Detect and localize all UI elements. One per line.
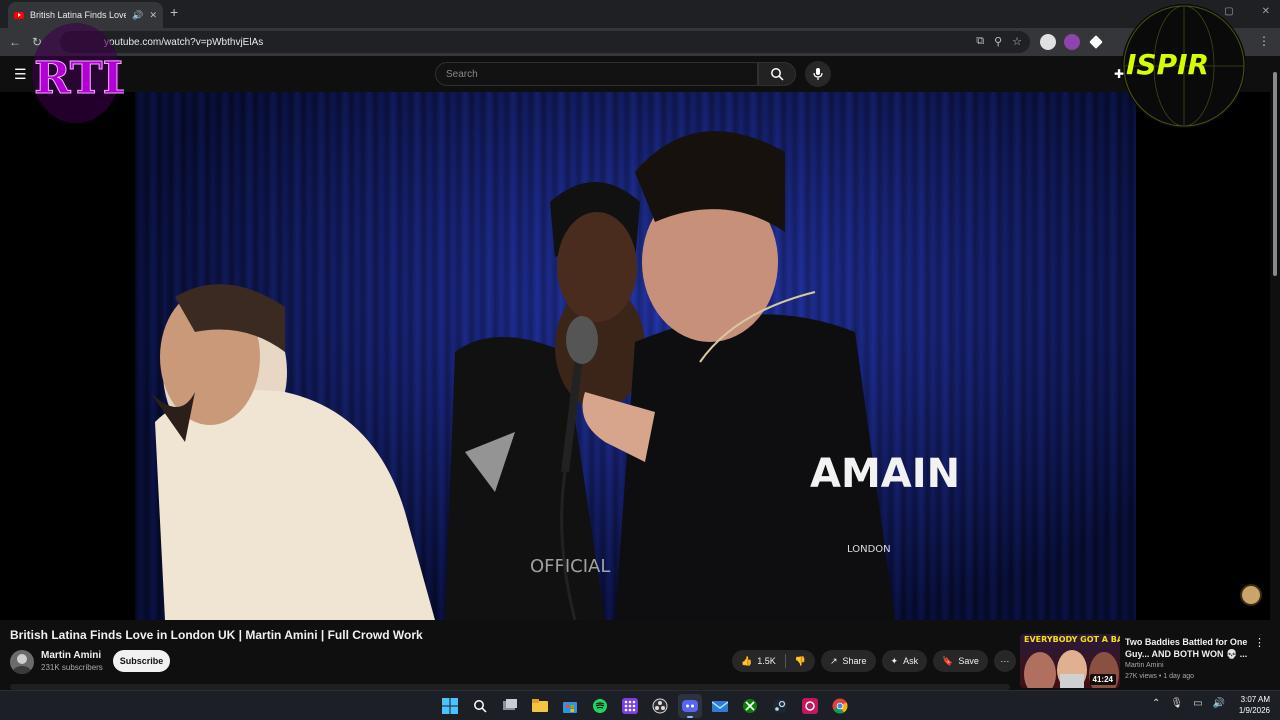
voice-search-button[interactable] [805, 61, 831, 87]
steam-icon[interactable] [768, 694, 792, 718]
extension-icon[interactable] [1089, 35, 1103, 49]
new-tab-button[interactable]: + [170, 4, 178, 20]
save-label: Save [958, 656, 979, 666]
share-button[interactable]: ↗ Share [820, 650, 876, 672]
shirt-print-small: LONDON [847, 544, 891, 555]
search-icon [771, 68, 784, 81]
rtl-logo: RTL [32, 23, 124, 123]
video-actions: 👍 1.5K 👎 ↗ Share ✦ Ask 🔖 Save ··· [732, 650, 1016, 672]
close-tab-icon[interactable]: ✕ [149, 10, 157, 21]
thumbnail-text: EVERYBODY GOT A BADDIE [1024, 635, 1120, 644]
video-player[interactable]: OFFICIAL AMAIN LONDON [0, 92, 1270, 620]
recommended-thumbnail[interactable]: EVERYBODY GOT A BADDIE 41:24 [1020, 634, 1120, 688]
sparkle-icon: ✦ [890, 655, 899, 666]
recommended-title[interactable]: Two Baddies Battled for One Guy... AND B… [1125, 636, 1250, 660]
youtube-favicon-icon [14, 11, 24, 19]
video-duration: 41:24 [1089, 674, 1116, 685]
channel-avatar[interactable] [10, 650, 34, 674]
browser-tab-bar: British Latina Finds Love in Lo 🔊 ✕ + — … [0, 0, 1280, 28]
ask-button[interactable]: ✦ Ask [881, 650, 928, 672]
address-bar[interactable]: youtube.com/watch?v=pWbthvjElAs ⧉ ⚲ ☆ [60, 31, 1030, 53]
video-scene: OFFICIAL AMAIN LONDON [150, 131, 960, 620]
tray-overflow-icon[interactable]: ⌃ [1152, 698, 1160, 709]
camera-app-icon[interactable] [798, 694, 822, 718]
shirt-print: AMAIN [810, 451, 960, 497]
speaker-icon[interactable]: 🔊 [132, 10, 143, 21]
video-title: British Latina Finds Love in London UK |… [10, 628, 423, 642]
share-icon: ↗ [829, 655, 838, 666]
extensions-area [1040, 34, 1104, 50]
ask-label: Ask [903, 656, 919, 666]
ispir-logo-text: ISPIR [1126, 48, 1209, 81]
like-button[interactable]: 👍 1.5K [732, 650, 785, 672]
taskbar-clock[interactable]: 3:07 AM 1/9/2026 [1226, 694, 1270, 716]
rtl-logo-text: RTL [34, 53, 124, 104]
task-view-icon[interactable] [498, 694, 522, 718]
recommended-video[interactable]: EVERYBODY GOT A BADDIE 41:24 Two Baddies… [1020, 634, 1270, 690]
browser-menu-icon[interactable]: ⋮ [1258, 34, 1270, 48]
chrome-icon[interactable] [828, 694, 852, 718]
clock-time: 3:07 AM [1240, 695, 1270, 704]
scroll-thumb[interactable] [1273, 72, 1277, 276]
like-count: 1.5K [757, 656, 776, 666]
channel-name[interactable]: Martin Amini [41, 650, 101, 661]
clock-date: 1/9/2026 [1238, 706, 1270, 715]
discord-icon[interactable] [678, 694, 702, 718]
page-scrollbar[interactable] [1270, 56, 1280, 690]
mail-icon[interactable] [708, 694, 732, 718]
network-icon[interactable]: ▭ [1193, 698, 1202, 709]
apps-grid-icon[interactable] [618, 694, 642, 718]
xbox-app-icon[interactable] [588, 694, 612, 718]
search-placeholder: Search [446, 68, 478, 80]
extension-icon[interactable] [1040, 34, 1056, 50]
xbox-icon[interactable] [738, 694, 762, 718]
video-frame: OFFICIAL AMAIN LONDON [135, 92, 1136, 620]
bookmark-star-icon[interactable]: ☆ [1012, 35, 1022, 48]
start-icon[interactable] [438, 694, 462, 718]
subscriber-count: 231K subscribers [41, 663, 103, 672]
like-dislike-group: 👍 1.5K 👎 [732, 650, 815, 672]
thumbs-up-icon: 👍 [741, 655, 753, 666]
channel-watermark-icon[interactable] [1240, 584, 1262, 606]
more-dots-icon: ··· [1000, 656, 1010, 666]
svg-text:OFFICIAL: OFFICIAL [530, 556, 610, 577]
recommended-meta: 27K views • 1 day ago [1125, 673, 1194, 680]
browser-toolbar: ← ↻ youtube.com/watch?v=pWbthvjElAs ⧉ ⚲ … [0, 28, 1280, 56]
search-input[interactable]: Search [435, 62, 758, 86]
install-app-icon[interactable]: ⧉ [976, 35, 984, 48]
url-text: youtube.com/watch?v=pWbthvjElAs [104, 36, 264, 48]
dislike-button[interactable]: 👎 [786, 650, 815, 672]
volume-icon[interactable]: 🔊 [1213, 698, 1225, 709]
extension-icon[interactable] [1064, 34, 1080, 50]
share-label: Share [842, 656, 867, 666]
tray-mic-icon[interactable]: 🎙 [1170, 698, 1183, 709]
zoom-icon[interactable]: ⚲ [994, 35, 1002, 48]
more-actions-button[interactable]: ··· [993, 650, 1016, 672]
recommended-channel[interactable]: Martin Amini [1125, 662, 1164, 669]
file-explorer-icon[interactable] [528, 694, 552, 718]
subscribe-button[interactable]: Subscribe [113, 650, 170, 672]
ispir-globe-logo: ISPIR [1122, 4, 1246, 128]
microsoft-store-icon[interactable] [558, 694, 582, 718]
obs-icon[interactable] [648, 694, 672, 718]
recommended-more-icon[interactable]: ⋮ [1254, 636, 1265, 649]
create-icon[interactable]: ✚ [1114, 67, 1124, 81]
system-tray: ⌃ 🎙 ▭ 🔊 [1152, 698, 1225, 709]
back-icon[interactable]: ← [4, 35, 26, 49]
windows-taskbar: ⌃ 🎙 ▭ 🔊 3:07 AM 1/9/2026 [0, 690, 1280, 720]
search-button[interactable] [758, 62, 796, 86]
save-button[interactable]: 🔖 Save [933, 650, 988, 672]
taskbar-search-icon[interactable] [468, 694, 492, 718]
microphone-icon [813, 68, 823, 80]
thumbs-down-icon: 👎 [794, 655, 806, 666]
bookmark-icon: 🔖 [942, 655, 954, 666]
youtube-header: ☰ Search [0, 56, 1280, 92]
hamburger-menu-icon[interactable]: ☰ [14, 66, 27, 83]
close-window-icon[interactable]: ✕ [1262, 6, 1270, 17]
